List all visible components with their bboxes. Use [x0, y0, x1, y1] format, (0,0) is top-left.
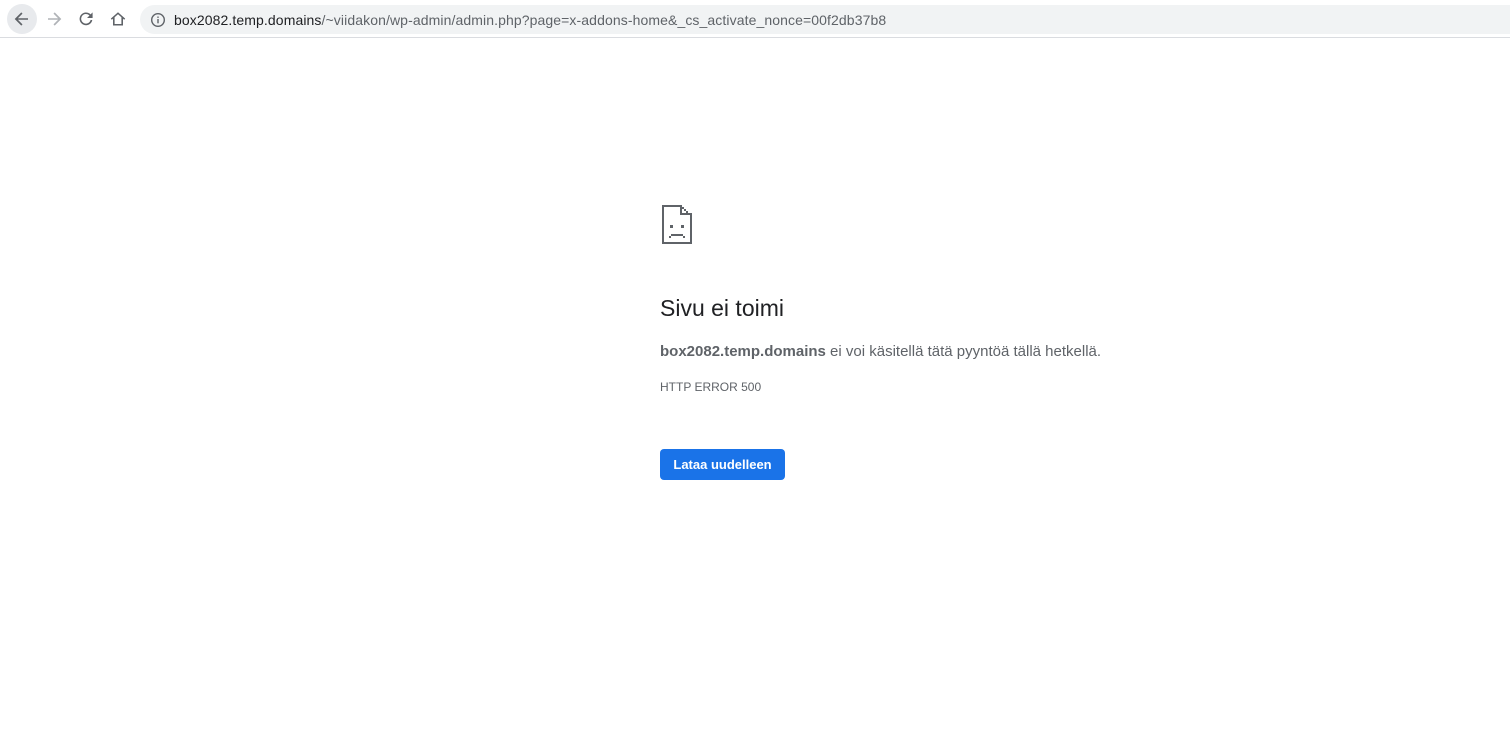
url-text[interactable]: box2082.temp.domains/~viidakon/wp-admin/… [174, 12, 886, 28]
sad-page-icon [662, 205, 692, 244]
forward-button[interactable] [39, 4, 69, 34]
home-icon [110, 12, 126, 26]
back-arrow-icon [14, 12, 28, 26]
error-message: box2082.temp.domains ei voi käsitellä tä… [660, 343, 1101, 360]
browser-toolbar: box2082.temp.domains/~viidakon/wp-admin/… [0, 0, 1510, 38]
address-bar[interactable]: box2082.temp.domains/~viidakon/wp-admin/… [140, 5, 1510, 34]
error-code: HTTP ERROR 500 [660, 380, 762, 394]
back-button[interactable] [7, 4, 37, 34]
home-button[interactable] [103, 4, 133, 34]
page-title: Sivu ei toimi [660, 295, 784, 321]
info-icon[interactable] [150, 12, 166, 28]
reload-page-button[interactable] [71, 4, 101, 34]
url-host: box2082.temp.domains [174, 11, 322, 28]
forward-arrow-icon [48, 12, 62, 26]
reload-icon [79, 12, 93, 26]
url-path: /~viidakon/wp-admin/admin.php?page=x-add… [321, 11, 887, 28]
error-message-text: ei voi käsitellä tätä pyyntöä tällä hetk… [825, 343, 1102, 360]
error-host: box2082.temp.domains [660, 343, 826, 360]
reload-button[interactable]: Lataa uudelleen [660, 449, 785, 480]
